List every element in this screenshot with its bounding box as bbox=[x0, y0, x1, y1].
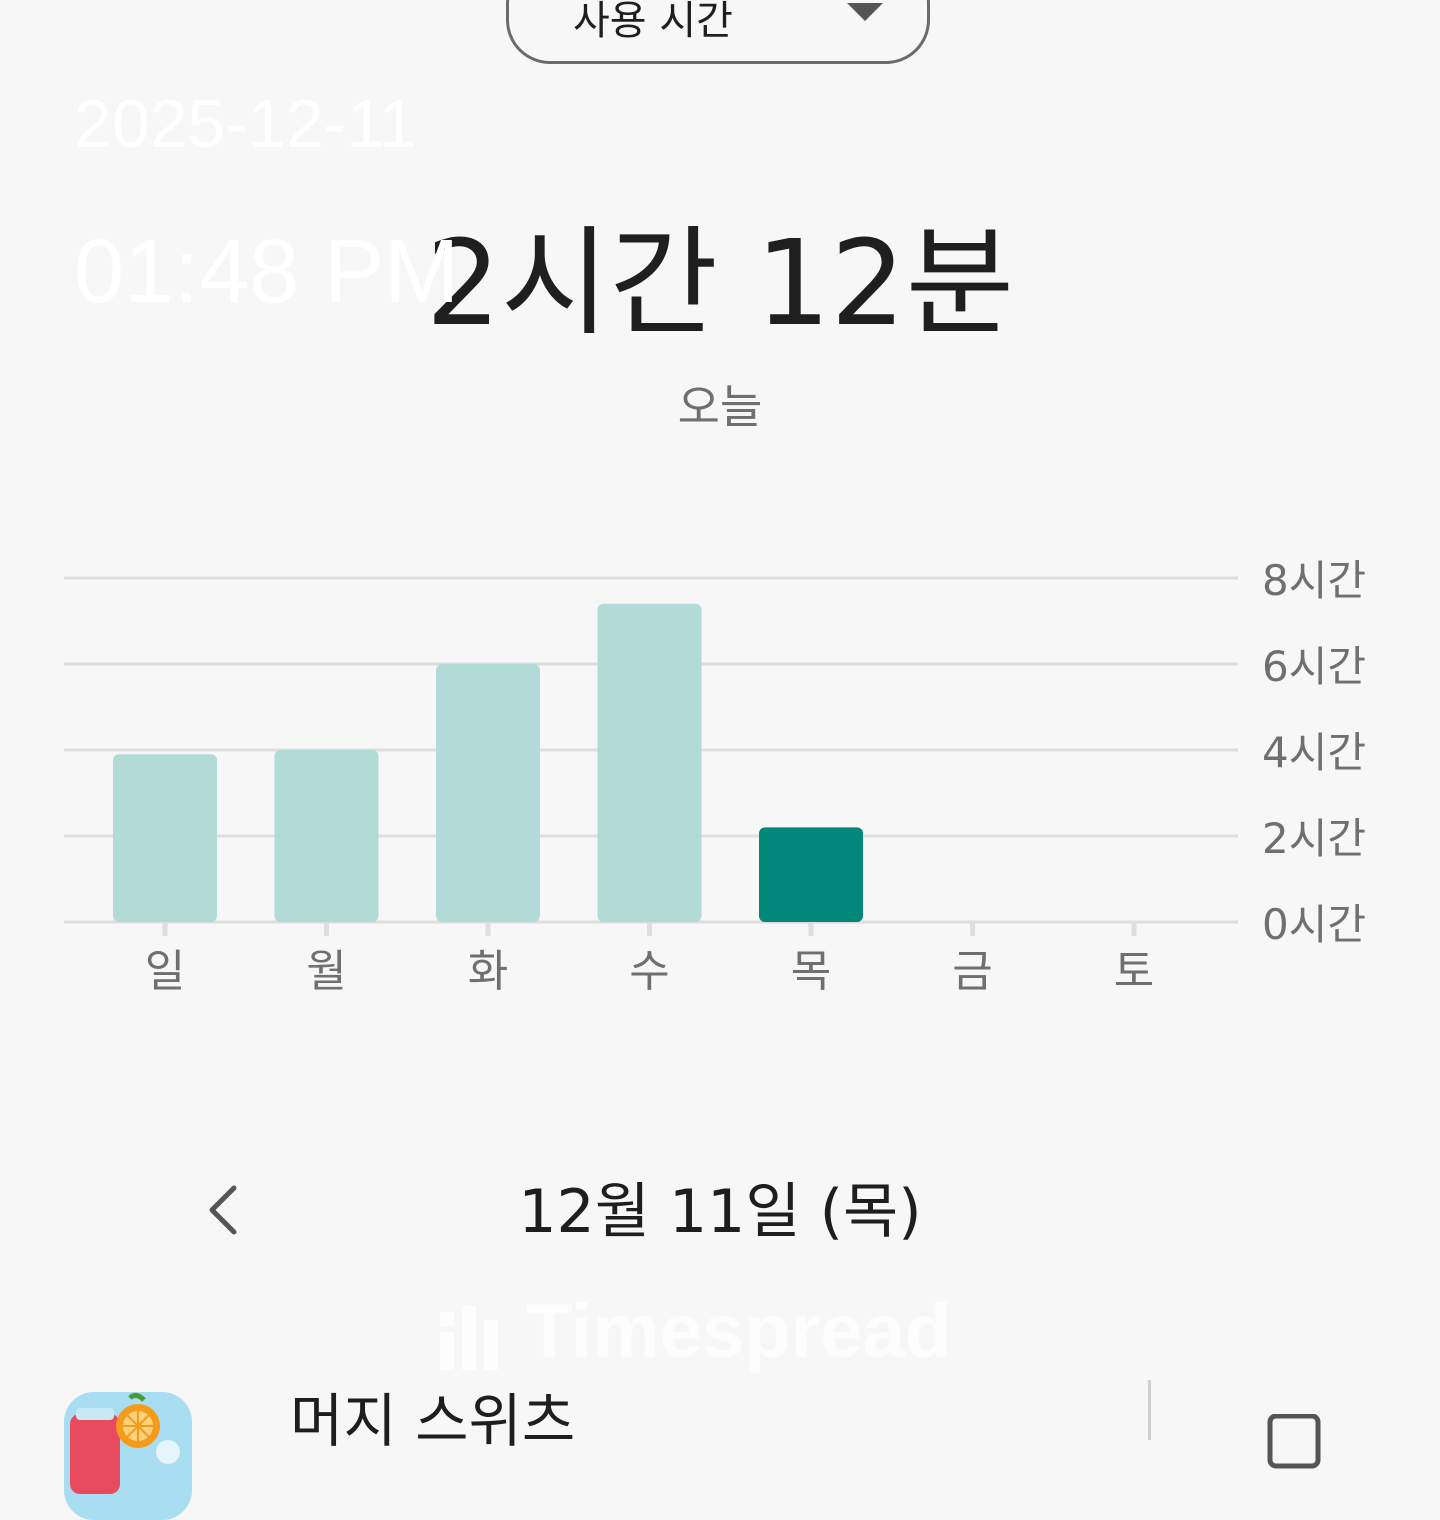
x-tick-label: 금 bbox=[952, 946, 992, 997]
dropdown-label: 사용 시간 bbox=[573, 0, 733, 44]
selected-date-label: 12월 11일 (목) bbox=[518, 1177, 922, 1247]
overlay-time: 01:48 PM bbox=[74, 222, 460, 322]
chart-bar[interactable] bbox=[759, 827, 863, 922]
merge-sweets-app-icon bbox=[64, 1392, 192, 1520]
x-tick-label: 일 bbox=[145, 946, 185, 997]
divider bbox=[1148, 1380, 1151, 1440]
timer-icon[interactable] bbox=[1266, 1413, 1322, 1470]
y-tick-label: 2시간 bbox=[1262, 814, 1366, 863]
watermark: Timespread bbox=[440, 1292, 951, 1372]
weekly-usage-chart: 0시간 2시간 4시간 6시간 8시간일 월 화 수 목 금 토 bbox=[0, 520, 1440, 1020]
chart-bar[interactable] bbox=[597, 603, 702, 922]
watermark-text: Timespread bbox=[526, 1289, 952, 1374]
weekly-usage-chart-svg: 0시간 2시간 4시간 6시간 8시간일 월 화 수 목 금 토 bbox=[64, 556, 1366, 997]
dropdown-arrow-icon bbox=[847, 3, 883, 21]
chart-bar[interactable] bbox=[113, 754, 217, 922]
y-tick-label: 0시간 bbox=[1262, 900, 1366, 949]
x-tick-label: 화 bbox=[468, 946, 508, 997]
x-tick-label: 월 bbox=[306, 946, 346, 997]
x-tick-label: 수 bbox=[629, 946, 669, 997]
x-tick-label: 토 bbox=[1114, 946, 1154, 997]
date-navigation: 12월 11일 (목) bbox=[0, 1170, 1440, 1250]
overlay-date: 2025-12-11 bbox=[74, 86, 417, 162]
usage-type-dropdown[interactable]: 사용 시간 bbox=[506, 0, 930, 64]
x-tick-label: 목 bbox=[791, 946, 831, 997]
chart-bar[interactable] bbox=[274, 750, 379, 922]
timespread-logo-icon bbox=[440, 1305, 504, 1370]
chart-bar[interactable] bbox=[436, 664, 540, 922]
period-label: 오늘 bbox=[677, 380, 763, 434]
app-name: 머지 스위츠 bbox=[290, 1387, 576, 1455]
y-tick-label: 4시간 bbox=[1262, 728, 1366, 777]
app-list-item[interactable]: 머지 스위츠 bbox=[0, 1380, 1440, 1520]
y-tick-label: 8시간 bbox=[1262, 556, 1366, 605]
y-tick-label: 6시간 bbox=[1262, 642, 1366, 691]
